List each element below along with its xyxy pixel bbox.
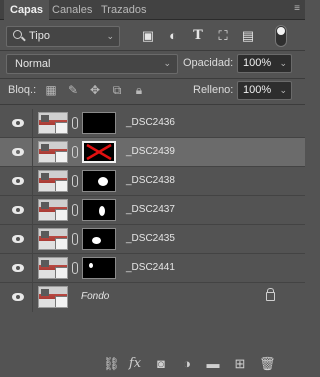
type-filter-icon[interactable]: T bbox=[191, 29, 205, 43]
chain-link-icon[interactable] bbox=[72, 262, 78, 274]
eye-icon[interactable] bbox=[12, 235, 24, 243]
lock-artboard-icon[interactable]: ⧉ bbox=[110, 83, 124, 97]
layer-thumbnail[interactable] bbox=[38, 228, 68, 250]
layers-footer: ⛓︎ fx ◙ ◑ ▬ ⊞ 🗑︎ bbox=[0, 352, 305, 377]
lock-icon[interactable] bbox=[266, 288, 275, 301]
delete-layer-icon[interactable]: 🗑︎ bbox=[259, 356, 276, 372]
tab-canales[interactable]: Canales bbox=[52, 0, 92, 20]
eye-icon[interactable] bbox=[12, 206, 24, 214]
opacity-field[interactable]: 100% ⌄ bbox=[237, 54, 292, 73]
layer-name[interactable]: _DSC2439 bbox=[126, 146, 175, 157]
blend-mode-value: Normal bbox=[15, 58, 51, 70]
chevron-down-icon: ⌄ bbox=[106, 31, 114, 41]
mask-shape bbox=[92, 237, 101, 244]
layer-name[interactable]: _DSC2441 bbox=[126, 262, 175, 273]
adjustment-layer-icon[interactable]: ◑ bbox=[179, 356, 195, 372]
lock-all-icon[interactable]: 🔒︎ bbox=[132, 83, 146, 97]
layer-mask-thumbnail[interactable] bbox=[82, 257, 116, 279]
layer-thumbnail[interactable] bbox=[38, 199, 68, 221]
filter-toggle[interactable] bbox=[275, 25, 287, 47]
blend-mode-select[interactable]: Normal ⌄ bbox=[6, 54, 178, 74]
chain-link-icon[interactable] bbox=[72, 233, 78, 245]
lock-label: Bloq.: bbox=[8, 84, 37, 96]
shape-filter-icon[interactable]: ⛶ bbox=[216, 29, 230, 43]
divider bbox=[0, 50, 305, 51]
layer-mask-thumbnail[interactable] bbox=[82, 112, 116, 134]
fill-value: 100% bbox=[243, 84, 272, 96]
divider bbox=[32, 283, 33, 312]
fill-label: Relleno: bbox=[193, 84, 234, 96]
chain-link-icon[interactable] bbox=[72, 204, 78, 216]
layer-mask-thumbnail[interactable] bbox=[82, 228, 116, 250]
chevron-down-icon: ⌄ bbox=[279, 85, 287, 95]
divider bbox=[0, 78, 305, 79]
layer-row[interactable]: _DSC2441 bbox=[0, 254, 305, 283]
layer-name[interactable]: _DSC2438 bbox=[126, 175, 175, 186]
opacity-value: 100% bbox=[243, 57, 272, 69]
layer-thumbnail[interactable] bbox=[38, 112, 68, 134]
eye-icon[interactable] bbox=[12, 264, 24, 272]
divider bbox=[32, 254, 33, 283]
eye-icon[interactable] bbox=[12, 148, 24, 156]
layers-list: _DSC2436 _DSC2439 _DSC2438 _DSC2437 _DSC… bbox=[0, 105, 305, 313]
eye-icon[interactable] bbox=[12, 293, 24, 301]
layer-name[interactable]: _DSC2437 bbox=[126, 204, 175, 215]
divider bbox=[32, 138, 33, 167]
layer-thumbnail[interactable] bbox=[38, 257, 68, 279]
eye-icon[interactable] bbox=[12, 177, 24, 185]
layer-mask-thumbnail[interactable] bbox=[82, 170, 116, 192]
opacity-label: Opacidad: bbox=[183, 57, 234, 69]
divider bbox=[32, 225, 33, 254]
chain-link-icon[interactable] bbox=[72, 146, 78, 158]
panel-tab-bar: Capas Canales Trazados ≡ bbox=[0, 0, 305, 21]
lock-paint-icon[interactable]: ✎ bbox=[66, 83, 80, 97]
tab-trazados[interactable]: Trazados bbox=[101, 0, 146, 20]
layer-row[interactable]: _DSC2437 bbox=[0, 196, 305, 225]
filter-kind-select[interactable]: Tipo ⌄ bbox=[6, 26, 120, 47]
add-mask-icon[interactable]: ◙ bbox=[153, 356, 169, 372]
layer-name[interactable]: Fondo bbox=[81, 291, 109, 302]
chevron-down-icon: ⌄ bbox=[163, 58, 171, 68]
layer-row[interactable]: _DSC2436 bbox=[0, 109, 305, 138]
mask-disabled-icon bbox=[86, 143, 112, 161]
mask-shape bbox=[99, 206, 105, 216]
layer-mask-thumbnail[interactable] bbox=[82, 141, 116, 163]
layer-thumbnail[interactable] bbox=[38, 141, 68, 163]
divider bbox=[32, 109, 33, 138]
layer-name[interactable]: _DSC2436 bbox=[126, 117, 175, 128]
divider bbox=[32, 196, 33, 225]
layer-thumbnail[interactable] bbox=[38, 170, 68, 192]
fill-field[interactable]: 100% ⌄ bbox=[237, 81, 292, 100]
divider bbox=[32, 167, 33, 196]
chevron-down-icon: ⌄ bbox=[279, 58, 287, 68]
layer-name[interactable]: _DSC2435 bbox=[126, 233, 175, 244]
eye-icon[interactable] bbox=[12, 119, 24, 127]
layer-row[interactable]: _DSC2438 bbox=[0, 167, 305, 196]
mask-shape bbox=[98, 177, 108, 186]
search-icon bbox=[13, 30, 22, 39]
lock-transparent-icon[interactable]: ▦ bbox=[44, 83, 58, 97]
layer-row[interactable]: _DSC2439 bbox=[0, 138, 305, 167]
new-layer-icon[interactable]: ⊞ bbox=[232, 356, 248, 372]
layer-mask-thumbnail[interactable] bbox=[82, 199, 116, 221]
tab-capas[interactable]: Capas bbox=[4, 0, 50, 21]
layer-row[interactable]: _DSC2435 bbox=[0, 225, 305, 254]
layer-row-background[interactable]: Fondo bbox=[0, 283, 305, 312]
new-group-icon[interactable]: ▬ bbox=[205, 356, 221, 372]
adjustment-filter-icon[interactable]: ◐ bbox=[166, 29, 180, 43]
link-layers-icon[interactable]: ⛓︎ bbox=[103, 356, 120, 372]
chain-link-icon[interactable] bbox=[72, 175, 78, 187]
layer-thumbnail[interactable] bbox=[38, 286, 68, 308]
fx-icon[interactable]: fx bbox=[127, 356, 143, 372]
lock-move-icon[interactable]: ✥ bbox=[88, 83, 102, 97]
filter-kind-value: Tipo bbox=[29, 30, 50, 42]
chain-link-icon[interactable] bbox=[72, 117, 78, 129]
panel-menu-icon[interactable]: ≡ bbox=[294, 3, 300, 14]
mask-shape bbox=[89, 263, 93, 268]
image-filter-icon[interactable]: ▣ bbox=[141, 29, 155, 43]
smart-object-filter-icon[interactable]: ▤ bbox=[241, 29, 255, 43]
